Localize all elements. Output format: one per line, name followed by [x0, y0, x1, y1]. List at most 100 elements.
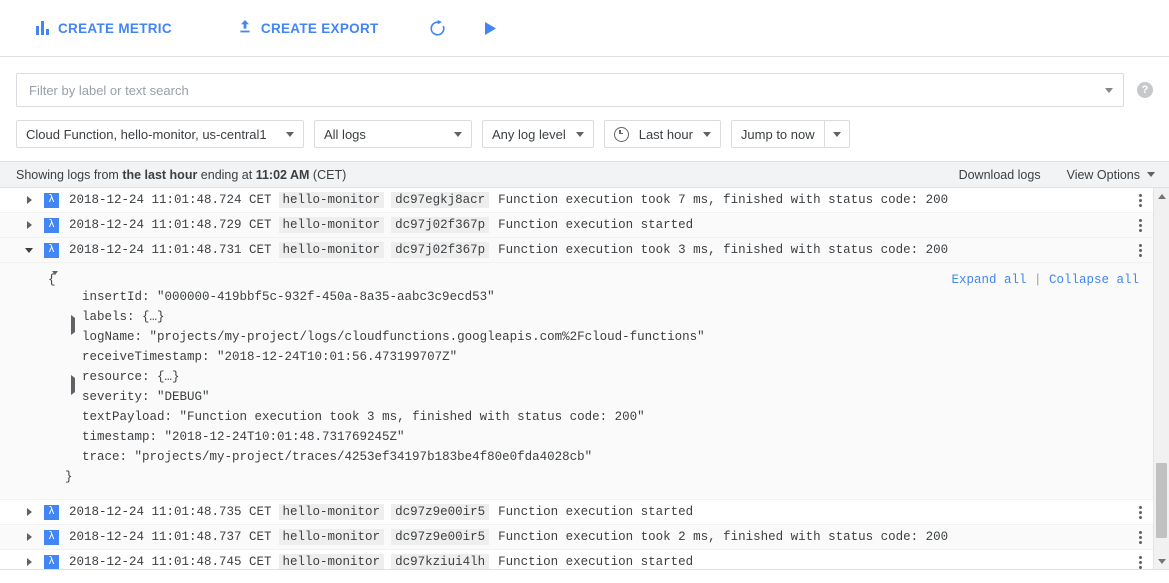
log-row-execution-id: dc97z9e00ir5 — [391, 529, 489, 545]
search-input[interactable] — [27, 82, 1105, 99]
lambda-icon: λ — [44, 243, 59, 258]
log-row-execution-id: dc97j02f367p — [391, 242, 489, 258]
lambda-icon: λ — [44, 530, 59, 545]
log-row-service: hello-monitor — [279, 529, 385, 545]
table-row[interactable]: λ2018-12-24 11:01:48.735 CEThello-monito… — [0, 500, 1153, 525]
row-menu-button[interactable] — [1134, 528, 1147, 547]
log-row-message: Function execution took 7 ms, finished w… — [498, 193, 948, 207]
log-row-service: hello-monitor — [279, 554, 385, 570]
log-row-message: Function execution started — [498, 555, 693, 569]
detail-field-key: logName: — [82, 330, 150, 344]
link-separator: | — [1026, 273, 1049, 287]
detail-header: { Expand all | Collapse all — [0, 273, 1153, 287]
row-menu-button[interactable] — [1134, 216, 1147, 235]
detail-field: logName: "projects/my-project/logs/cloud… — [0, 327, 1153, 347]
detail-field-key: severity: — [82, 390, 157, 404]
bar-chart-icon — [36, 21, 49, 35]
search-box[interactable] — [16, 73, 1124, 107]
log-row-message: Function execution started — [498, 505, 693, 519]
table-row[interactable]: λ 2018-12-24 11:01:48.745 CET hello-monito… — [0, 550, 1153, 570]
table-row[interactable]: λ 2018-12-24 11:01:48.737 CET hello-monito… — [0, 525, 1153, 550]
detail-field: severity: "DEBUG" — [0, 387, 1153, 407]
log-row-timestamp: 2018-12-24 11:01:48.735 CET — [69, 505, 272, 519]
detail-field: trace: "projects/my-project/traces/4253e… — [0, 447, 1153, 467]
vertical-scrollbar[interactable] — [1153, 188, 1169, 569]
collapse-all-link[interactable]: Collapse all — [1049, 273, 1139, 287]
table-row[interactable]: λ2018-12-24 11:01:48.731 CEThello-monito… — [0, 238, 1153, 263]
lambda-icon: λ — [44, 193, 59, 208]
log-row-message: Function execution took 2 ms, finished w… — [498, 530, 948, 544]
detail-field-key: trace: — [82, 450, 135, 464]
table-row[interactable]: λ2018-12-24 11:01:48.729 CEThello-monito… — [0, 213, 1153, 238]
top-toolbar: CREATE METRIC CREATE EXPORT — [0, 0, 1169, 57]
log-rows-top: λ 2018-12-24 11:01:48.724 CET hello-monito… — [0, 188, 1153, 263]
detail-field: receiveTimestamp: "2018-12-24T10:01:56.4… — [0, 347, 1153, 367]
jump-to-now-button[interactable]: Jump to now — [731, 120, 824, 148]
create-export-button[interactable]: CREATE EXPORT — [236, 13, 381, 43]
log-level-selector[interactable]: Any log level — [482, 120, 594, 148]
log-row-timestamp: 2018-12-24 11:01:48.731 CET — [69, 243, 272, 257]
logs-selector[interactable]: All logs — [314, 120, 472, 148]
detail-field-value: "2018-12-24T10:01:48.731769245Z" — [165, 430, 405, 444]
chevron-down-icon — [576, 132, 584, 137]
expand-toggle[interactable] — [22, 558, 36, 566]
log-list: λ hello λ2018-12-24 11:01:48.724 CEThell… — [0, 188, 1153, 569]
log-row-timestamp: 2018-12-24 11:01:48.745 CET — [69, 555, 272, 569]
log-viewport: λ hello λ2018-12-24 11:01:48.724 CEThell… — [0, 188, 1169, 570]
view-options-button[interactable]: View Options — [1067, 168, 1155, 182]
expand-toggle[interactable] — [22, 248, 36, 253]
chevron-down-icon — [286, 132, 294, 137]
scrollbar-thumb[interactable] — [1156, 463, 1167, 538]
expand-toggle[interactable] — [22, 508, 36, 516]
row-menu-button[interactable] — [1134, 191, 1147, 210]
detail-close-brace: } — [0, 467, 1153, 487]
detail-field-key: textPayload: — [82, 410, 180, 424]
detail-field-value: "DEBUG" — [157, 390, 210, 404]
detail-field: timestamp: "2018-12-24T10:01:48.73176924… — [0, 427, 1153, 447]
row-menu-button[interactable] — [1134, 503, 1147, 522]
log-row-execution-id: dc97j02f367p — [391, 217, 489, 233]
help-icon[interactable]: ? — [1137, 82, 1153, 98]
row-menu-button[interactable] — [1134, 241, 1147, 260]
resource-selector[interactable]: Cloud Function, hello-monitor, us-centra… — [16, 120, 304, 148]
expand-toggle[interactable] — [22, 221, 36, 229]
log-row-timestamp: 2018-12-24 11:01:48.737 CET — [69, 530, 272, 544]
row-menu-button[interactable] — [1134, 553, 1147, 571]
chevron-down-icon — [454, 132, 462, 137]
table-row[interactable]: λ2018-12-24 11:01:48.724 CEThello-monito… — [0, 188, 1153, 213]
jump-to-now-dropdown[interactable] — [824, 120, 850, 148]
detail-field: textPayload: "Function execution took 3 … — [0, 407, 1153, 427]
detail-field-key: receiveTimestamp: — [82, 350, 217, 364]
lambda-icon: λ — [44, 555, 59, 570]
jump-to-now-group: Jump to now — [731, 120, 850, 148]
time-range-selector[interactable]: Last hour — [604, 120, 721, 148]
scroll-up-button[interactable] — [1154, 188, 1169, 204]
expand-toggle[interactable] — [22, 533, 36, 541]
refresh-icon[interactable] — [425, 15, 451, 41]
create-metric-button[interactable]: CREATE METRIC — [34, 15, 174, 42]
log-row-service: hello-monitor — [279, 217, 385, 233]
status-time: 11:02 AM — [256, 168, 310, 182]
play-icon[interactable] — [477, 15, 503, 41]
detail-field: resource: {…} — [0, 367, 1153, 387]
detail-field: insertId: "000000-419bbf5c-932f-450a-8a3… — [0, 287, 1153, 307]
detail-field: labels: {…} — [0, 307, 1153, 327]
jump-to-now-label: Jump to now — [741, 127, 815, 142]
detail-open-brace: { — [0, 273, 56, 287]
log-row-timestamp: 2018-12-24 11:01:48.724 CET — [69, 193, 272, 207]
view-options-label: View Options — [1067, 168, 1140, 182]
lambda-icon: λ — [44, 218, 59, 233]
time-range-label: Last hour — [639, 127, 693, 142]
log-row-message: Function execution took 3 ms, finished w… — [498, 243, 948, 257]
scroll-down-button[interactable] — [1154, 553, 1169, 569]
chevron-down-icon[interactable] — [1105, 88, 1113, 93]
expand-toggle[interactable] — [22, 196, 36, 204]
chevron-down-icon — [1147, 172, 1155, 177]
resource-selector-label: Cloud Function, hello-monitor, us-centra… — [26, 127, 276, 142]
log-row-execution-id: dc97z9e00ir5 — [391, 504, 489, 520]
status-suffix: (CET) — [309, 168, 346, 182]
download-logs-button[interactable]: Download logs — [959, 168, 1041, 182]
expand-all-link[interactable]: Expand all — [951, 273, 1026, 287]
detail-field-value: "projects/my-project/traces/4253ef34197b… — [135, 450, 593, 464]
status-text: Showing logs from the last hour ending a… — [16, 168, 346, 182]
